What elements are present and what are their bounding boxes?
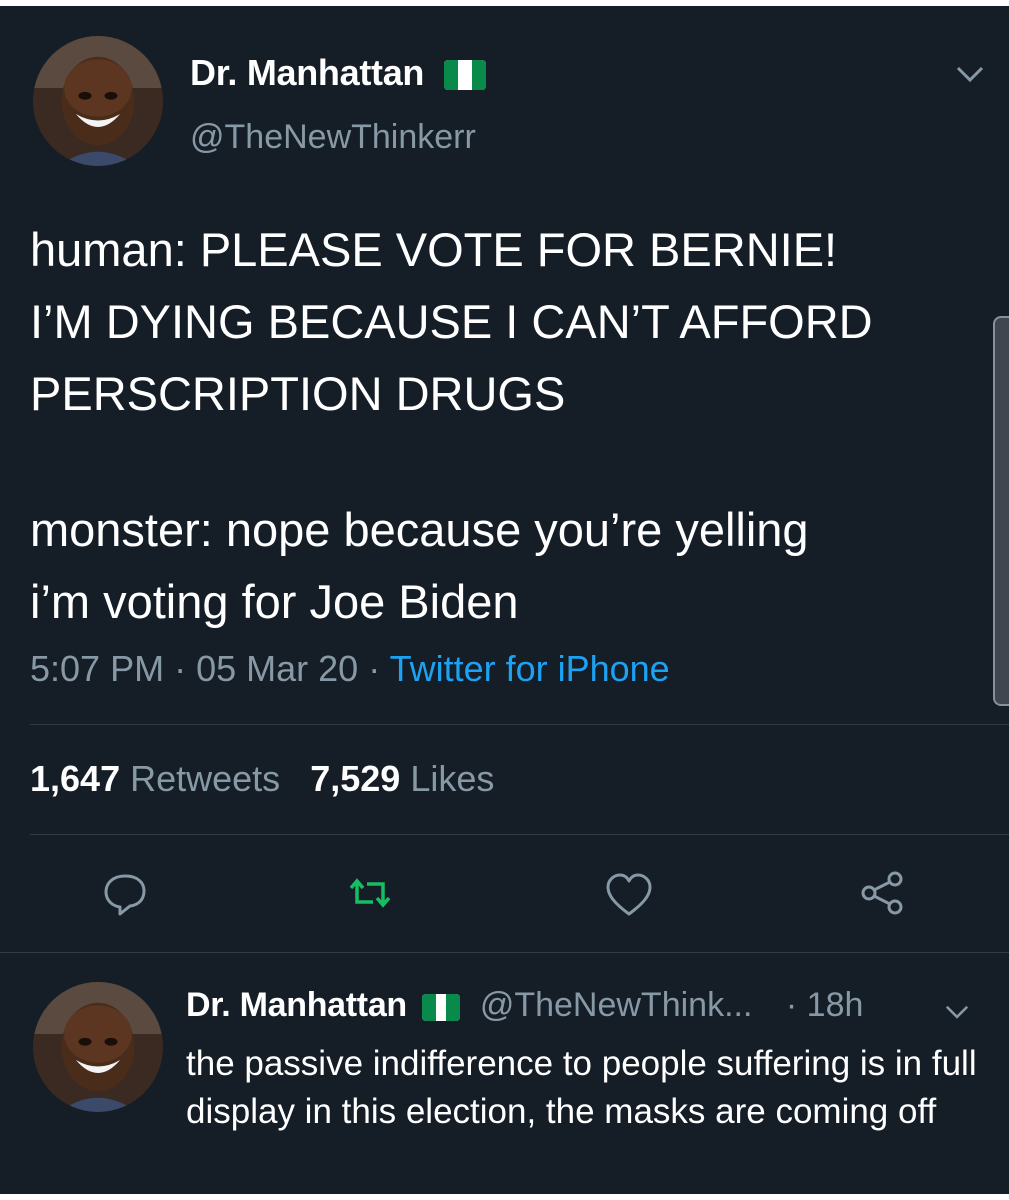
reply-chevron-down-icon[interactable] (940, 998, 974, 1024)
nigeria-flag-icon (443, 60, 486, 91)
retweets-count: 1,647 (30, 758, 121, 799)
reply-icon[interactable] (100, 868, 150, 918)
tweet-time: 5:07 PM (30, 648, 165, 689)
author-avatar[interactable] (33, 36, 163, 166)
heart-icon[interactable] (604, 870, 654, 920)
retweets-label: Retweets (130, 758, 281, 799)
share-icon[interactable] (857, 868, 907, 918)
reply-header: Dr. Manhattan @TheNewThink... · 18h (186, 986, 863, 1025)
tweet-detail-screen: Dr. Manhattan @TheNewThinkerr human: PLE… (0, 0, 1009, 1200)
meta-separator: · (174, 648, 187, 689)
reply-author-avatar[interactable] (33, 982, 163, 1112)
author-handle[interactable]: @TheNewThinkerr (190, 118, 476, 157)
tweet-text-part2: monster: nope because you’re yelling i’m… (30, 503, 809, 628)
meta-separator: · (368, 648, 381, 689)
tweet-text-part1: human: PLEASE VOTE FOR BERNIE! I’M DYING… (30, 223, 873, 420)
tweet-date: 05 Mar 20 (196, 648, 359, 689)
nigeria-flag-icon (422, 993, 461, 1021)
likes-count: 7,529 (310, 758, 401, 799)
reply-author-name[interactable]: Dr. Manhattan (186, 986, 407, 1024)
avatar-face-icon (33, 982, 163, 1112)
divider (0, 952, 1009, 953)
tweet-meta: 5:07 PM · 05 Mar 20 · Twitter for iPhone (30, 648, 670, 690)
chevron-down-icon[interactable] (950, 58, 990, 88)
tweet-stats: 1,647 Retweets 7,529 Likes (30, 758, 494, 800)
tweet-source-link[interactable]: Twitter for iPhone (390, 648, 670, 689)
reply-author-handle[interactable]: @TheNewThink... (480, 986, 753, 1024)
reply-text: the passive indifference to people suffe… (186, 1044, 977, 1131)
retweet-icon[interactable] (345, 868, 395, 918)
author-name-text: Dr. Manhattan (190, 52, 425, 93)
divider (30, 724, 1009, 725)
retweets-stat[interactable]: 1,647 Retweets (30, 758, 290, 799)
reply-separator: · (785, 986, 798, 1024)
divider (30, 834, 1009, 835)
reply-time: 18h (806, 986, 864, 1024)
likes-stat[interactable]: 7,529 Likes (310, 758, 494, 799)
likes-label: Likes (410, 758, 495, 799)
author-name[interactable]: Dr. Manhattan (190, 52, 486, 94)
avatar-face-icon (33, 36, 163, 166)
scrollbar[interactable] (993, 316, 1009, 706)
